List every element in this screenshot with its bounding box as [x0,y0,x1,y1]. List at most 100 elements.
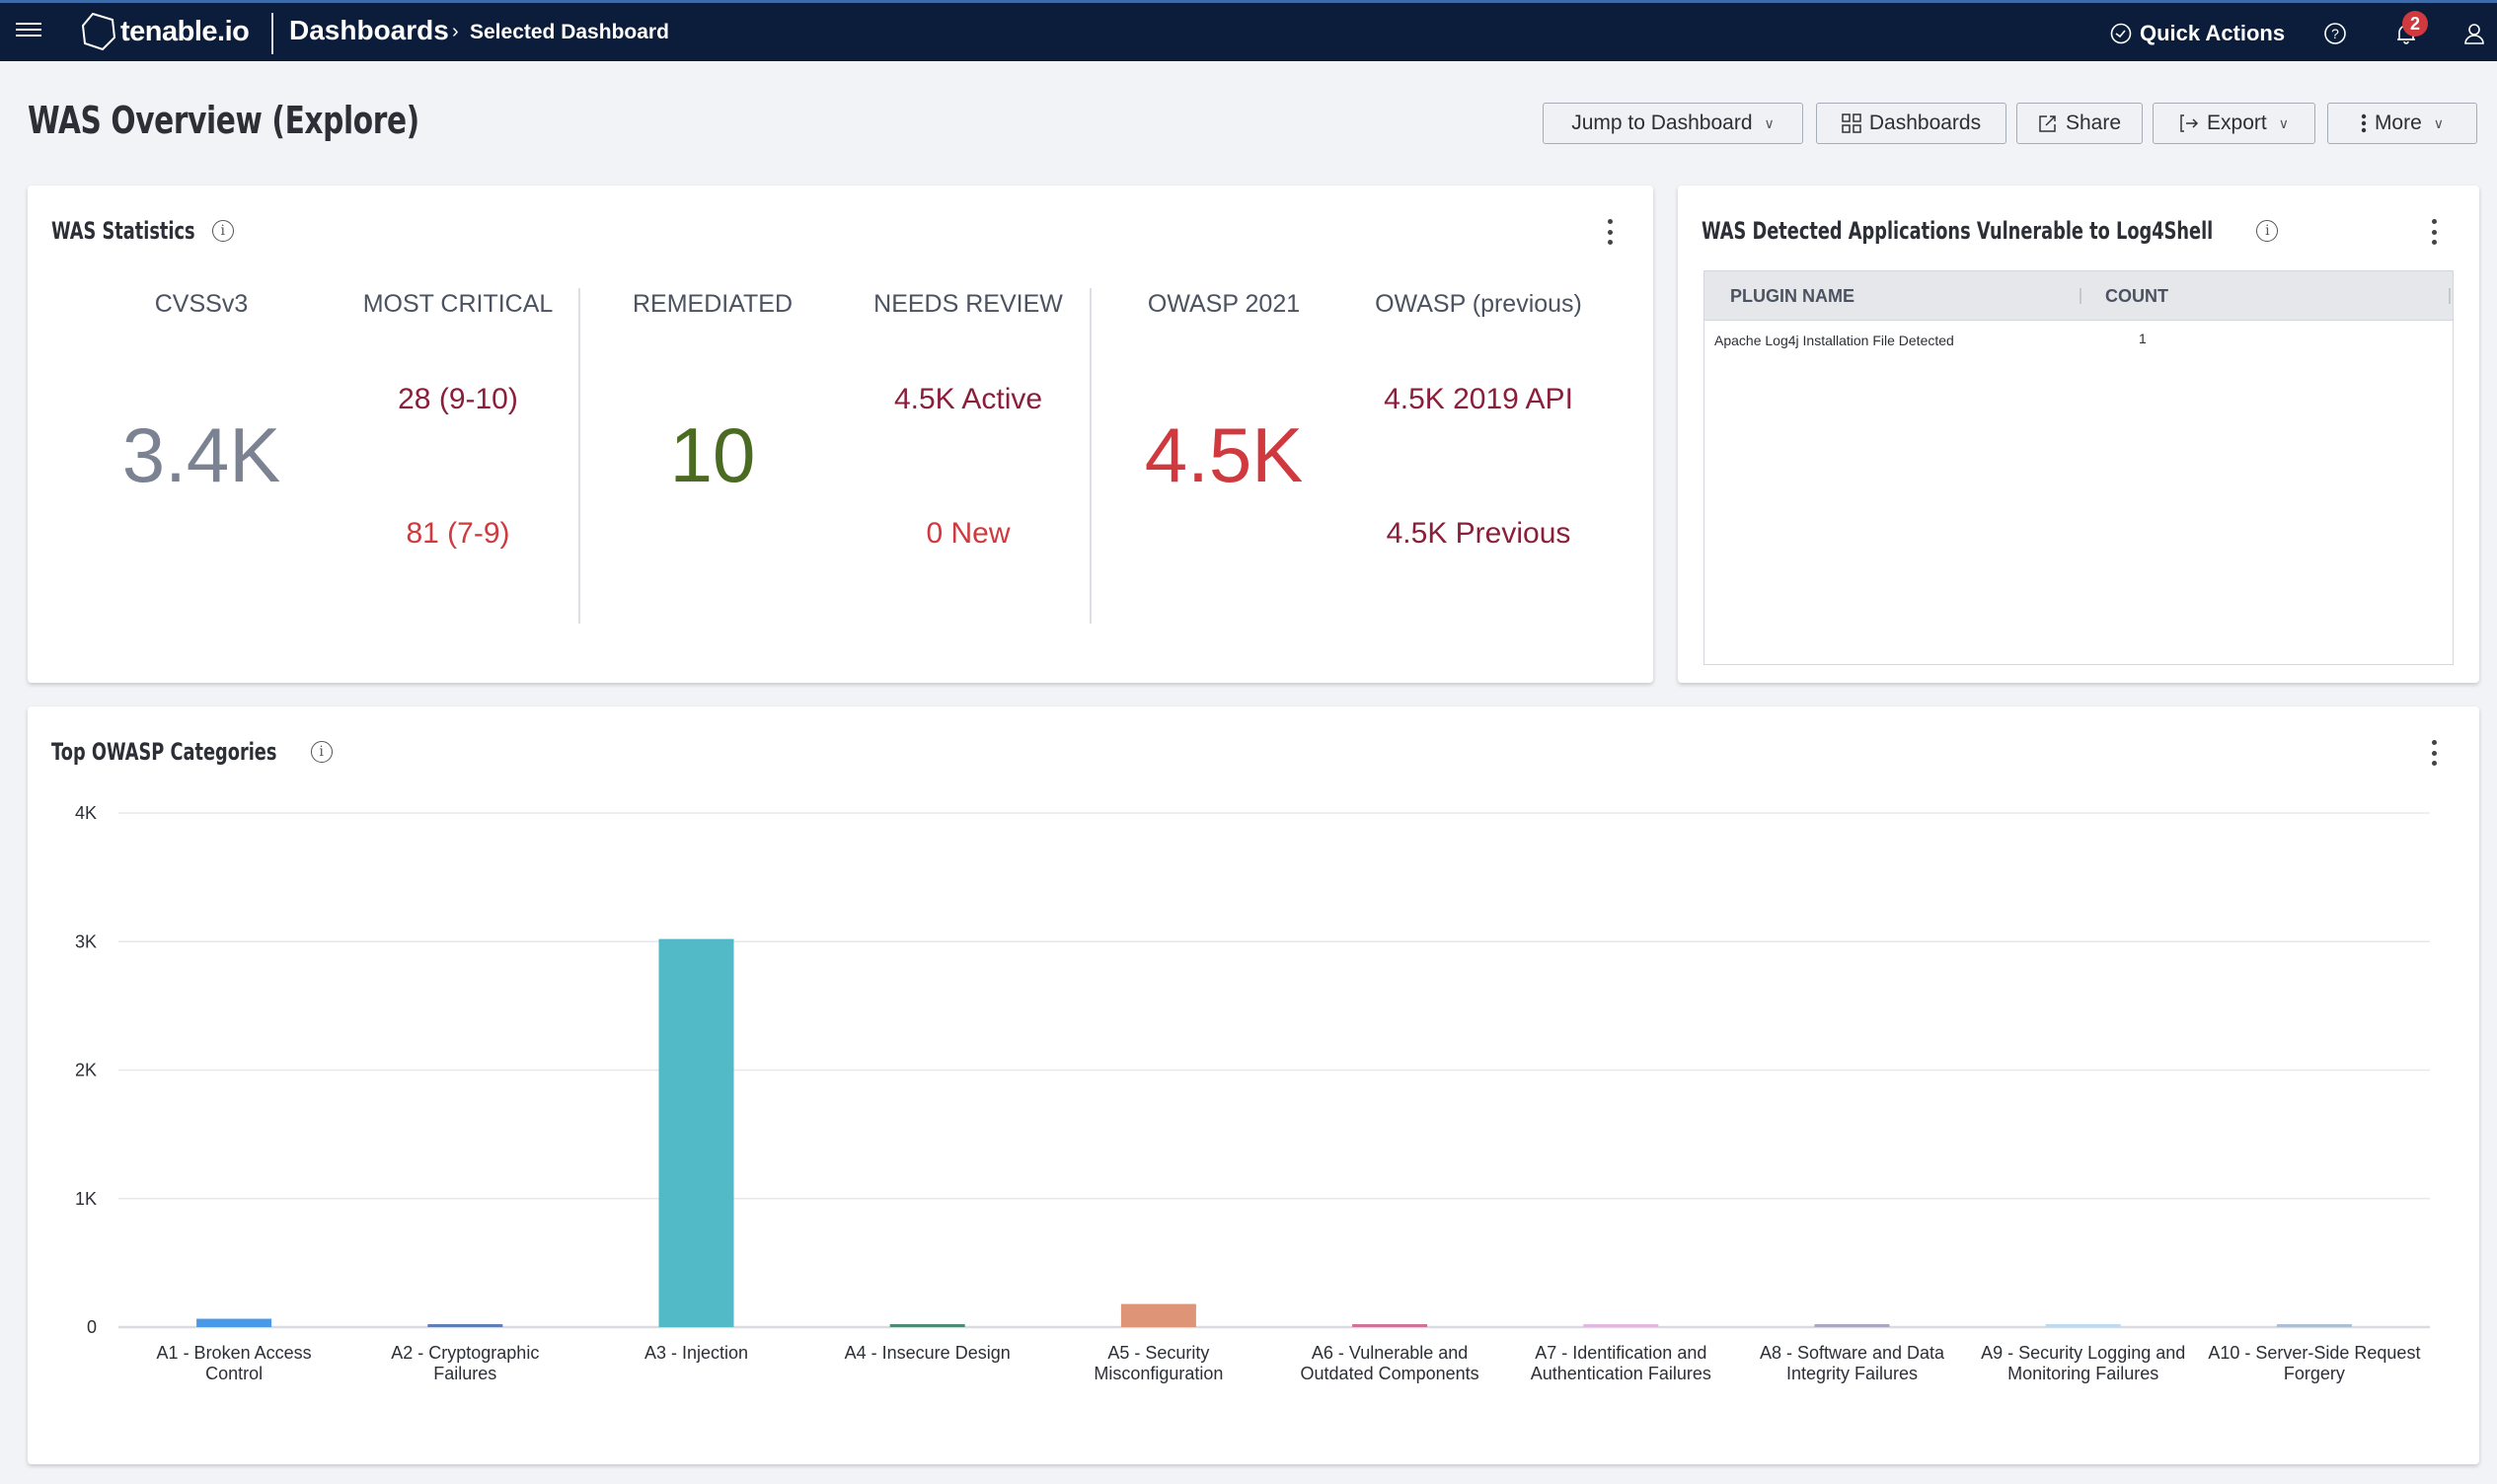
x-tick-label: A2 - Cryptographic [391,1343,539,1363]
share-label: Share [2065,111,2122,134]
stat-needs-review-new[interactable]: 0 New [840,517,1097,551]
dashboards-button[interactable]: Dashboards [1816,103,2006,144]
bar[interactable] [2276,1324,2352,1327]
x-tick-label: A4 - Insecure Design [845,1343,1011,1363]
more-label: More [2374,111,2422,134]
brand-name: tenable.io [120,15,250,47]
chart-gridlines [118,812,2430,1329]
bar[interactable] [1120,1303,1196,1327]
panel-menu-kebab-icon[interactable] [2429,219,2439,245]
x-tick-label: Misconfiguration [1094,1364,1223,1383]
stat-owasp-2019-api[interactable]: 4.5K 2019 API [1350,383,1607,416]
x-tick-label: Failures [433,1364,496,1383]
chart-bars [196,938,2352,1327]
bar[interactable] [1352,1324,1428,1327]
stat-value-cvss[interactable]: 3.4K [73,410,330,500]
y-tick-label: 2K [75,1061,97,1080]
bar[interactable] [2045,1324,2121,1327]
jump-to-dashboard-label: Jump to Dashboard [1571,111,1753,134]
column-divider[interactable] [2080,288,2081,304]
chevron-down-icon: ∨ [2433,114,2445,131]
x-tick-label: A9 - Security Logging and [1981,1343,2185,1363]
bar[interactable] [196,1318,272,1327]
info-icon[interactable]: i [2256,220,2279,242]
breadcrumb-dashboards[interactable]: Dashboards [289,15,449,46]
stat-needs-review-active[interactable]: 4.5K Active [840,383,1097,416]
panel-title: WAS Statistics [51,217,195,245]
stat-header-owasp-previous: OWASP (previous) [1375,290,1582,318]
share-icon [2039,115,2056,132]
x-tick-label: Authentication Failures [1531,1364,1711,1383]
stat-value-owasp-2021[interactable]: 4.5K [1096,410,1352,500]
quick-actions-label: Quick Actions [2140,21,2286,45]
y-tick-label: 0 [87,1317,97,1337]
breadcrumb-current: Selected Dashboard [470,21,669,43]
log4shell-table: PLUGIN NAME COUNT Apache Log4j Installat… [1703,270,2454,665]
quick-actions-button[interactable]: Quick Actions [2110,21,2285,46]
grid-icon [1842,113,1861,133]
page-title: WAS Overview (Explore) [28,99,419,142]
cell-plugin-name: Apache Log4j Installation File Detected [1714,333,1954,348]
info-icon[interactable]: i [211,220,234,242]
chart-y-axis: 0 1K 2K 3K 4K [75,803,97,1337]
stat-divider [1090,288,1092,624]
y-tick-label: 3K [75,931,97,951]
export-button[interactable]: Export ∨ [2153,103,2315,144]
help-icon[interactable]: ? [2322,21,2348,46]
x-tick-label: A8 - Software and Data [1760,1343,1945,1363]
jump-to-dashboard-button[interactable]: Jump to Dashboard ∨ [1543,103,1803,144]
table-header: PLUGIN NAME COUNT [1704,271,2453,321]
top-owasp-categories-panel: Top OWASP Categories i 0 1K 2K 3K 4K A1 - Br… [28,706,2479,1464]
kebab-icon [2361,113,2367,133]
x-tick-label: Monitoring Failures [2007,1364,2158,1383]
stat-header-cvss: CVSSv3 [154,290,249,318]
column-header-plugin-name[interactable]: PLUGIN NAME [1730,286,1854,307]
clock-icon [2110,23,2132,44]
was-statistics-panel: WAS Statistics i CVSSv3 3.4K MOST CRITIC… [28,186,1653,683]
notification-badge: 2 [2402,11,2428,37]
chart-x-axis: A1 - Broken AccessControl A2 - Cryptograp… [157,1343,2421,1383]
column-divider[interactable] [2449,288,2451,304]
stat-owasp-previous[interactable]: 4.5K Previous [1350,517,1607,551]
panel-header: WAS Statistics i [51,217,234,245]
more-button[interactable]: More ∨ [2327,103,2477,144]
column-header-count[interactable]: COUNT [2105,286,2168,307]
x-tick-label: A3 - Injection [644,1343,748,1363]
stat-header-remediated: REMEDIATED [632,290,794,318]
x-tick-label: A1 - Broken Access [157,1343,312,1363]
bar[interactable] [1583,1324,1659,1327]
x-tick-label: A7 - Identification and [1535,1343,1706,1363]
breadcrumb-separator: › [452,21,459,42]
chevron-down-icon: ∨ [2278,114,2289,131]
x-tick-label: Outdated Components [1301,1364,1479,1383]
chevron-down-icon: ∨ [1764,114,1775,131]
user-icon[interactable] [2461,21,2487,46]
menu-icon[interactable] [16,19,41,44]
table-row[interactable]: Apache Log4j Installation File Detected … [1704,321,2453,360]
panel-header: WAS Detected Applications Vulnerable to … [1702,217,2279,245]
stat-critical-9-10[interactable]: 28 (9-10) [330,383,586,416]
stat-header-owasp-2021: OWASP 2021 [1147,290,1301,318]
stat-header-needs-review: NEEDS REVIEW [873,290,1063,318]
stat-divider [578,288,580,624]
bar[interactable] [889,1324,965,1327]
brand-logo[interactable]: tenable.io [81,12,250,51]
bar[interactable] [1814,1324,1890,1327]
stat-critical-7-9[interactable]: 81 (7-9) [330,517,586,551]
x-tick-label: Integrity Failures [1786,1364,1918,1383]
y-tick-label: 4K [75,803,97,823]
stat-header-most-critical: MOST CRITICAL [362,290,554,318]
panel-title: WAS Detected Applications Vulnerable to … [1702,217,2214,245]
x-tick-label: A10 - Server-Side Request [2208,1343,2420,1363]
bar[interactable] [427,1324,503,1327]
export-icon [2180,114,2199,132]
stat-value-remediated[interactable]: 10 [584,410,841,500]
x-tick-label: Forgery [2284,1364,2345,1383]
panel-menu-kebab-icon[interactable] [1605,219,1615,245]
top-navbar: tenable.io Dashboards › Selected Dashboa… [0,0,2497,61]
cell-count: 1 [2139,331,2147,346]
bar[interactable] [658,938,734,1327]
x-tick-label: A6 - Vulnerable and [1312,1343,1468,1363]
share-button[interactable]: Share [2016,103,2143,144]
tenable-logo-icon [81,12,116,51]
